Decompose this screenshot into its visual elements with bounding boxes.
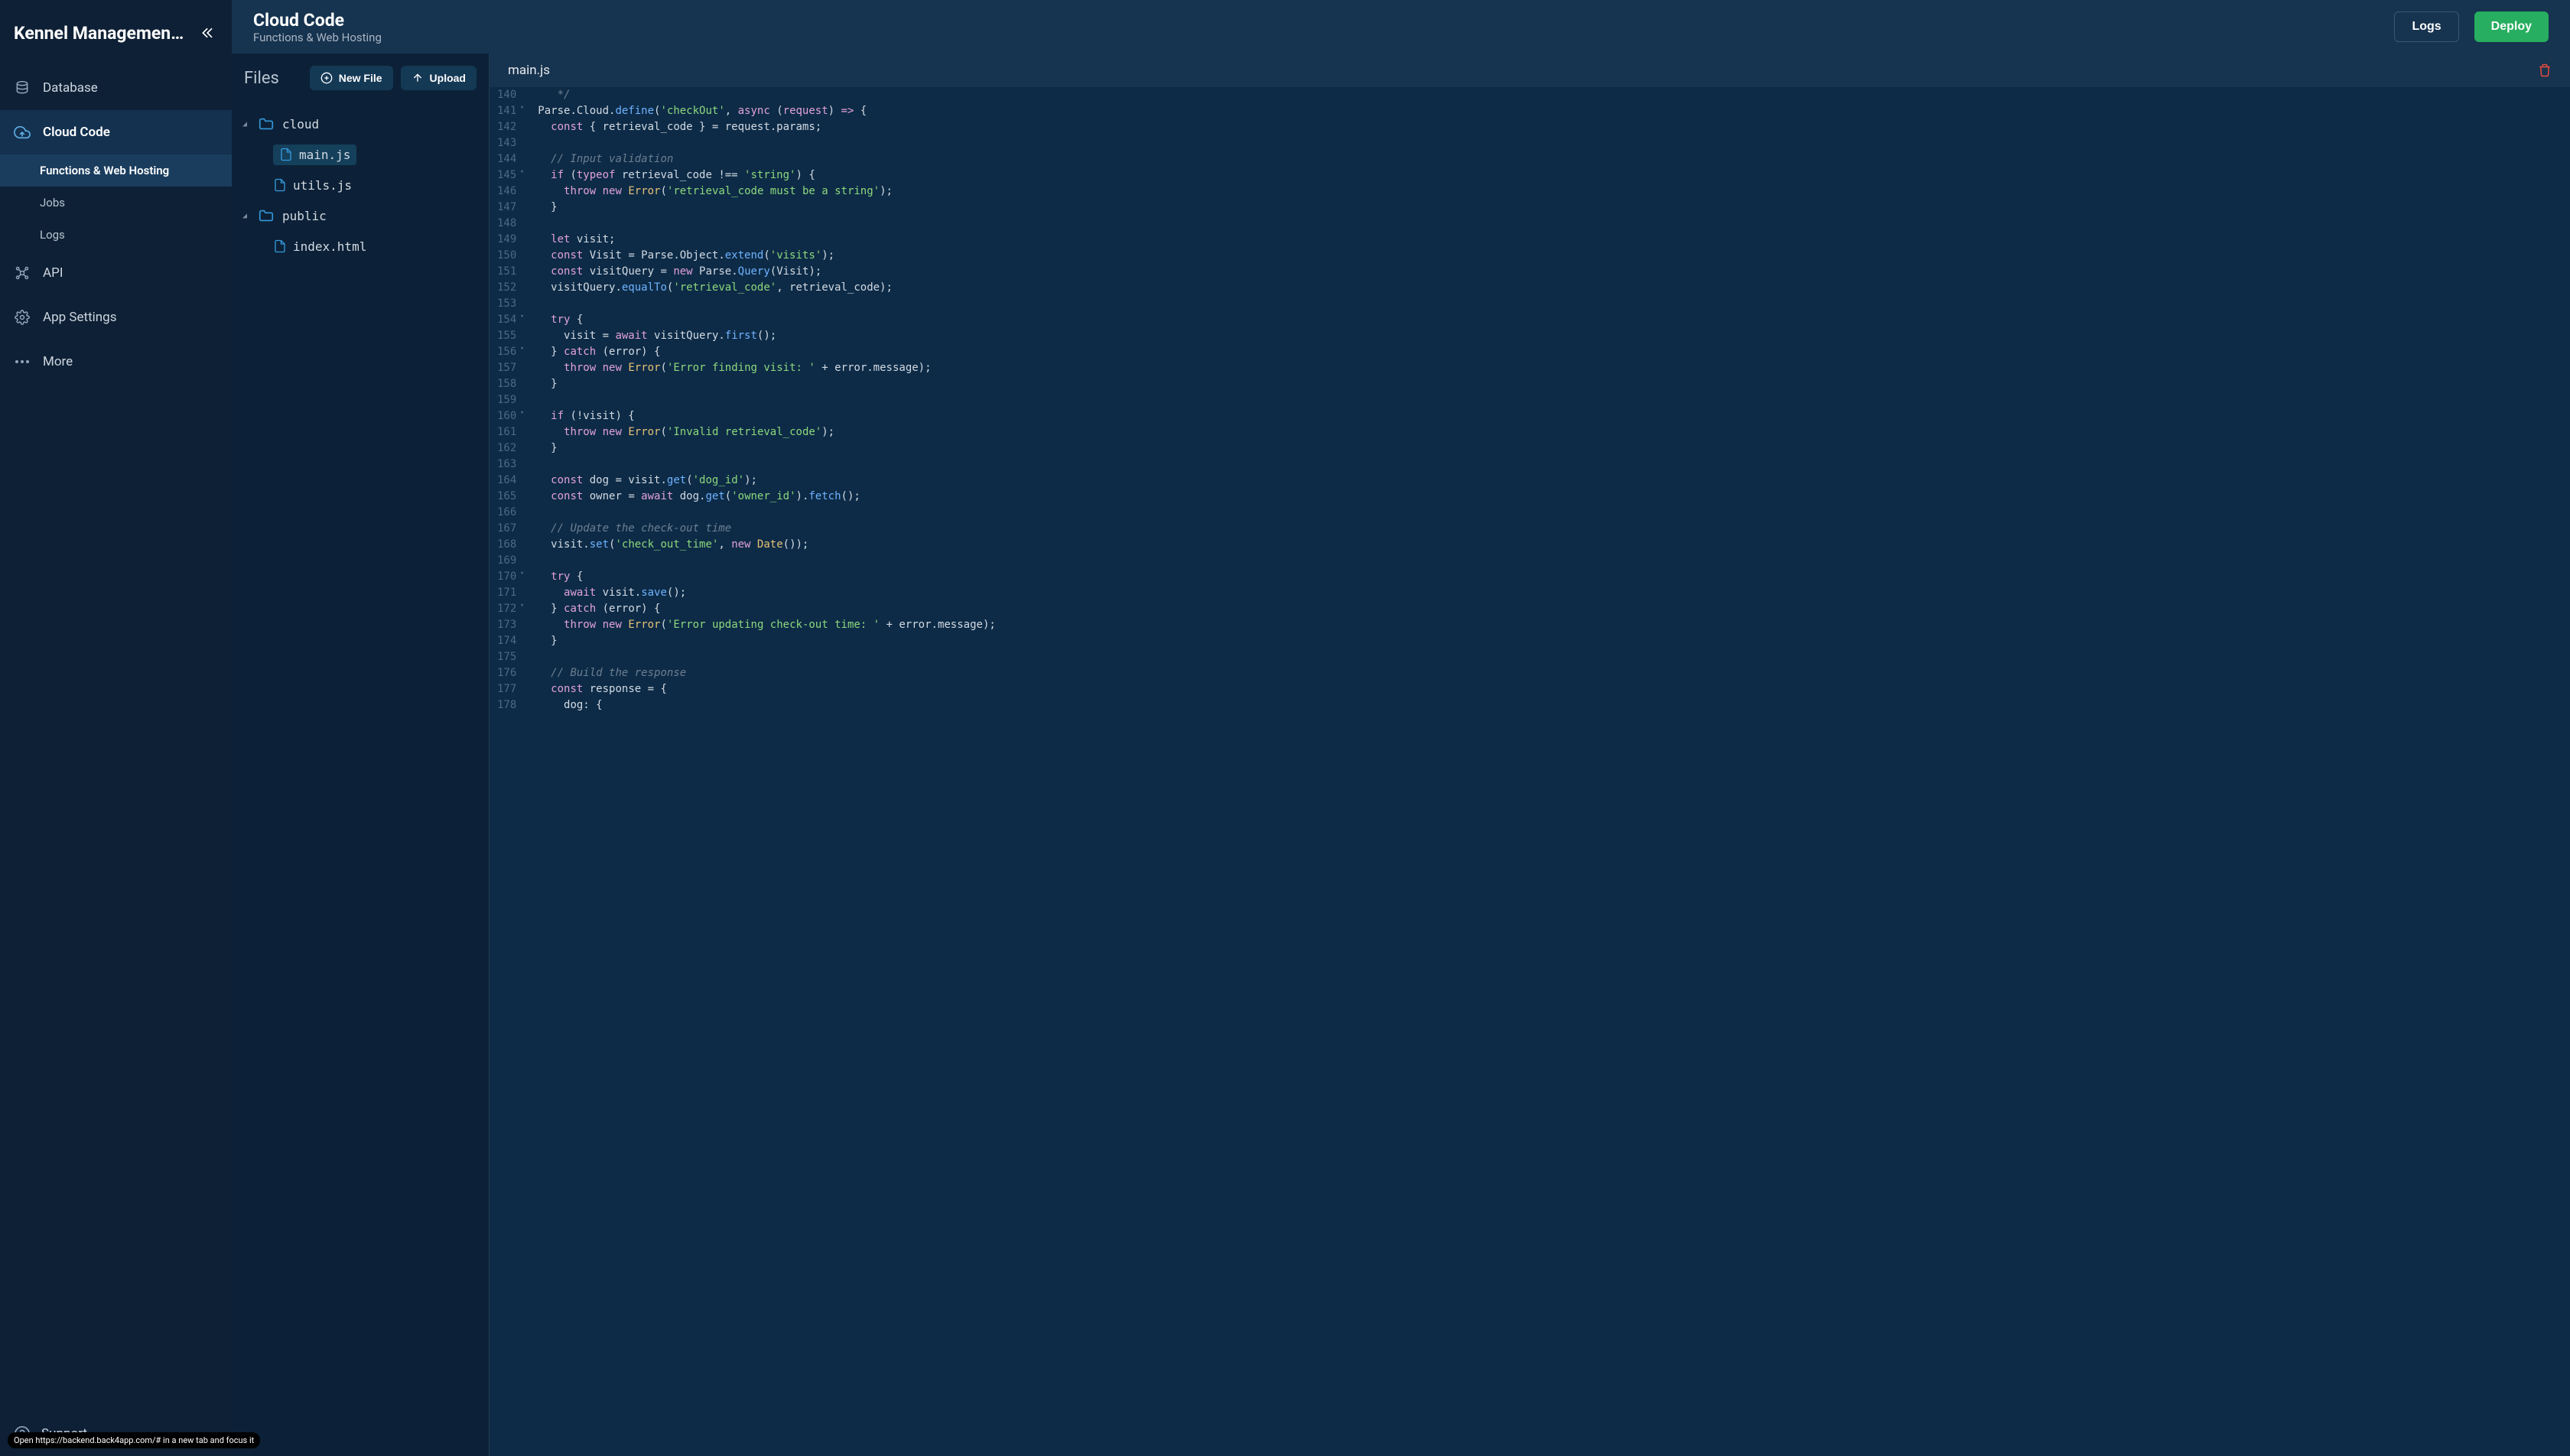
file-icon bbox=[273, 239, 287, 253]
file-panel: Files New File Upload ◢ bbox=[232, 54, 490, 1456]
content: Files New File Upload ◢ bbox=[232, 54, 2570, 1456]
nav-more[interactable]: More bbox=[0, 340, 232, 384]
editor-header: main.js bbox=[490, 54, 2570, 87]
url-tooltip: Open https://backend.back4app.com/# in a… bbox=[8, 1432, 260, 1448]
folder-cloud[interactable]: ◢ cloud bbox=[232, 109, 489, 139]
nav-database-label: Database bbox=[43, 80, 98, 96]
file-main-js[interactable]: main.js bbox=[232, 139, 489, 170]
logs-button[interactable]: Logs bbox=[2394, 11, 2458, 42]
files-label: Files bbox=[244, 69, 279, 88]
api-icon bbox=[14, 265, 31, 281]
file-tree: ◢ cloud main.js bbox=[232, 102, 489, 1456]
new-file-button[interactable]: New File bbox=[310, 66, 393, 90]
sidebar-header: Kennel Management ... bbox=[0, 0, 232, 66]
file-icon bbox=[279, 148, 293, 161]
plus-circle-icon bbox=[320, 72, 333, 84]
file-icon bbox=[273, 178, 287, 192]
caret-icon: ◢ bbox=[242, 212, 250, 220]
database-icon bbox=[14, 80, 31, 96]
page-subtitle: Functions & Web Hosting bbox=[253, 31, 382, 44]
topbar-actions: Logs Deploy bbox=[2394, 11, 2549, 42]
file-index-html[interactable]: index.html bbox=[232, 231, 489, 262]
caret-icon: ◢ bbox=[242, 120, 250, 128]
nav-cloud-code-label: Cloud Code bbox=[43, 125, 110, 140]
code-content[interactable]: */Parse.Cloud.define('checkOut', async (… bbox=[524, 87, 996, 1456]
sidebar: Kennel Management ... Database Cloud Cod… bbox=[0, 0, 232, 1456]
delete-file-button[interactable] bbox=[2538, 63, 2552, 78]
page-title: Cloud Code bbox=[253, 10, 382, 31]
trash-icon bbox=[2538, 63, 2552, 78]
nav-more-label: More bbox=[43, 354, 73, 369]
file-panel-header: Files New File Upload bbox=[232, 54, 489, 102]
upload-button[interactable]: Upload bbox=[401, 66, 477, 90]
folder-icon bbox=[258, 115, 275, 132]
nav-api[interactable]: API bbox=[0, 251, 232, 295]
topbar-titles: Cloud Code Functions & Web Hosting bbox=[253, 10, 382, 44]
cloud-code-subitems: Functions & Web Hosting Jobs Logs bbox=[0, 154, 232, 251]
folder-public[interactable]: ◢ public bbox=[232, 200, 489, 231]
code-area[interactable]: 140141▾142143144145▾14614714814915015115… bbox=[490, 87, 2570, 1456]
file-utils-js[interactable]: utils.js bbox=[232, 170, 489, 200]
nav-database[interactable]: Database bbox=[0, 66, 232, 110]
editor-panel: main.js 140141▾142143144145▾146147148149… bbox=[490, 54, 2570, 1456]
nav-app-settings[interactable]: App Settings bbox=[0, 295, 232, 340]
cloud-icon bbox=[14, 124, 31, 141]
collapse-sidebar-button[interactable] bbox=[198, 23, 218, 43]
more-icon bbox=[14, 353, 31, 370]
topbar: Cloud Code Functions & Web Hosting Logs … bbox=[232, 0, 2570, 54]
sub-jobs[interactable]: Jobs bbox=[0, 187, 232, 219]
settings-icon bbox=[14, 309, 31, 326]
file-actions: New File Upload bbox=[310, 66, 477, 90]
collapse-icon bbox=[200, 25, 216, 41]
nav-api-label: API bbox=[43, 265, 63, 281]
deploy-button[interactable]: Deploy bbox=[2474, 11, 2549, 42]
sub-functions[interactable]: Functions & Web Hosting bbox=[0, 154, 232, 187]
nav-app-settings-label: App Settings bbox=[43, 310, 116, 325]
upload-icon bbox=[412, 72, 424, 84]
sidebar-nav: Database Cloud Code Functions & Web Host… bbox=[0, 66, 232, 1412]
nav-cloud-code[interactable]: Cloud Code bbox=[0, 110, 232, 154]
line-gutter: 140141▾142143144145▾14614714814915015115… bbox=[490, 87, 524, 1456]
main: Cloud Code Functions & Web Hosting Logs … bbox=[232, 0, 2570, 1456]
sub-logs[interactable]: Logs bbox=[0, 219, 232, 251]
file-tab[interactable]: main.js bbox=[508, 63, 550, 78]
app-name: Kennel Management ... bbox=[14, 23, 190, 44]
folder-icon bbox=[258, 207, 275, 224]
